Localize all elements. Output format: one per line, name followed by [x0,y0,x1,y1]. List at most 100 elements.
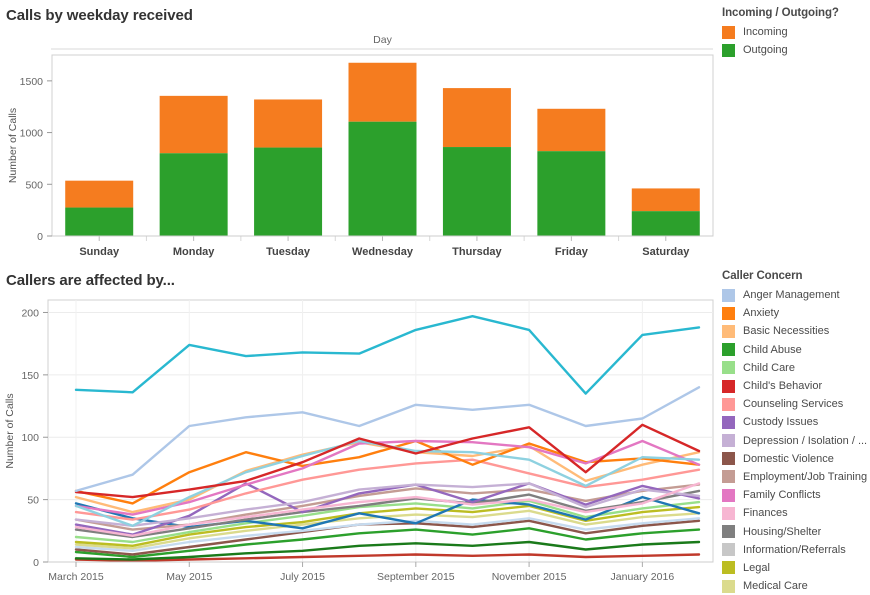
legend-item-label: Anxiety [743,307,780,320]
caller-concern-legend-item[interactable]: Domestic Violence [722,450,868,468]
bar-segment-outgoing[interactable] [442,147,511,236]
legend-color-swatch [722,525,735,539]
x-tick-label: September 2015 [377,571,455,583]
legend-item-label: Anger Management [743,289,840,302]
y-tick-label: 1500 [20,76,44,88]
incoming-outgoing-legend-item[interactable]: Outgoing [722,41,868,59]
legend-color-swatch [722,343,735,357]
legend-color-swatch [722,306,735,320]
caller-concern-legend-item[interactable]: Finances [722,504,868,522]
caller-concern-legend-item[interactable]: Employment/Job Training [722,468,868,486]
incoming-outgoing-legend-items: Incoming Outgoing [722,23,868,59]
x-category-label: Saturday [642,246,690,258]
bar-group[interactable] [159,95,228,236]
y-tick-label: 100 [21,432,39,444]
bar-segment-outgoing[interactable] [254,147,323,236]
y-tick-label: 1000 [20,128,44,140]
caller-concern-legend-title: Caller Concern [722,270,803,282]
legend-item-label: Legal [743,561,770,574]
legend-item-label: Employment/Job Training [743,470,868,483]
bar-segment-incoming[interactable] [159,95,228,154]
legend-item-label: Basic Necessities [743,325,830,338]
x-category-label: Monday [173,246,215,258]
line-chart-svg: 0 50 100 150 200 Number of Calls March 2015 May… [4,299,714,583]
legend-item-label: Domestic Violence [743,452,834,465]
y-tick-label: 0 [33,557,39,569]
x-tick-label: May 2015 [166,571,212,583]
caller-concern-legend-item[interactable]: Child's Behavior [722,377,868,395]
caller-concern-legend-item[interactable]: Legal [722,559,868,577]
legend-item-label: Child Care [743,361,795,374]
legend-color-swatch [722,561,735,575]
bar-group[interactable] [537,108,606,236]
bar-segment-incoming[interactable] [348,62,417,122]
legend-color-swatch [722,488,735,502]
caller-concern-legend-item[interactable]: Counseling Services [722,395,868,413]
caller-concern-legend-item[interactable]: Custody Issues [722,413,868,431]
legend-color-swatch [722,415,735,429]
x-category-label: Friday [555,246,589,258]
caller-concern-legend-item[interactable]: Basic Necessities [722,322,868,340]
legend-item-label: Counseling Services [743,398,844,411]
x-tick-label: November 2015 [492,571,567,583]
legend-color-swatch [722,543,735,557]
legend-color-swatch [722,324,735,338]
y-tick-label: 0 [37,231,43,243]
legend-item-label: Information/Referrals [743,543,846,556]
bar-group[interactable] [631,188,700,236]
legend-item-label: Custody Issues [743,416,819,429]
caller-concern-legend-item[interactable]: Family Conflicts [722,486,868,504]
x-tick-label: March 2015 [48,571,104,583]
bar-segment-incoming[interactable] [631,188,700,212]
y-tick-label: 200 [21,307,39,319]
bar-segment-incoming[interactable] [65,180,134,208]
caller-concern-legend-item[interactable]: Medical Care [722,577,868,595]
bar-segment-incoming[interactable] [254,99,323,148]
bar-segment-outgoing[interactable] [159,153,228,236]
legend-color-swatch [722,397,735,411]
legend-color-swatch [722,25,735,39]
y-tick-label: 500 [25,179,43,191]
legend-item-label: Medical Care [743,580,808,593]
bar-segment-incoming[interactable] [442,88,511,148]
bar-segment-outgoing[interactable] [631,211,700,236]
legend-color-swatch [722,452,735,466]
bar-segment-outgoing[interactable] [65,207,134,236]
bar-group[interactable] [65,180,134,236]
bar-group[interactable] [442,88,511,236]
x-category-label: Thursday [452,246,502,258]
caller-concern-legend-item[interactable]: Information/Referrals [722,541,868,559]
legend-item-label: Outgoing [743,44,788,57]
bar-chart-svg: Day 0 500 1000 1500 Number of Calls Sunday Mond… [7,34,714,258]
bar-segment-outgoing[interactable] [348,121,417,236]
caller-concern-legend-item[interactable]: Child Abuse [722,341,868,359]
caller-concern-legend-item[interactable]: Housing/Shelter [722,522,868,540]
bar-group[interactable] [254,99,323,236]
legend-item-label: Housing/Shelter [743,525,822,538]
x-category-label: Tuesday [266,246,311,258]
legend-item-label: Child's Behavior [743,380,823,393]
line-chart-title: Callers are affected by... [6,272,175,289]
bar-segment-incoming[interactable] [537,108,606,152]
caller-concern-legend-item[interactable]: Anxiety [722,304,868,322]
caller-concern-legend-item[interactable]: Child Care [722,359,868,377]
caller-concern-legend-item[interactable]: Anger Management [722,286,868,304]
legend-item-label: Family Conflicts [743,489,821,502]
caller-concern-legend: Caller Concern Anger Management Anxiety Ba… [722,270,868,595]
x-category-label: Wednesday [352,246,414,258]
y-tick-label: 150 [21,370,39,382]
bar-y-axis-title: Number of Calls [7,108,19,183]
incoming-outgoing-legend-title: Incoming / Outgoing? [722,7,839,19]
legend-item-label: Finances [743,507,788,520]
line-chart-container: 0 50 100 150 200 Number of Calls March 2015 May… [0,290,716,590]
bar-segment-outgoing[interactable] [537,151,606,236]
legend-item-label: Depression / Isolation / ... [743,434,868,447]
bar-column-header: Day [373,34,392,46]
bar-group[interactable] [348,62,417,236]
incoming-outgoing-legend-item[interactable]: Incoming [722,23,868,41]
x-category-label: Sunday [79,246,120,258]
caller-concern-legend-item[interactable]: Depression / Isolation / ... [722,432,868,450]
legend-item-label: Incoming [743,26,788,39]
x-tick-label: July 2015 [280,571,325,583]
legend-color-swatch [722,43,735,57]
